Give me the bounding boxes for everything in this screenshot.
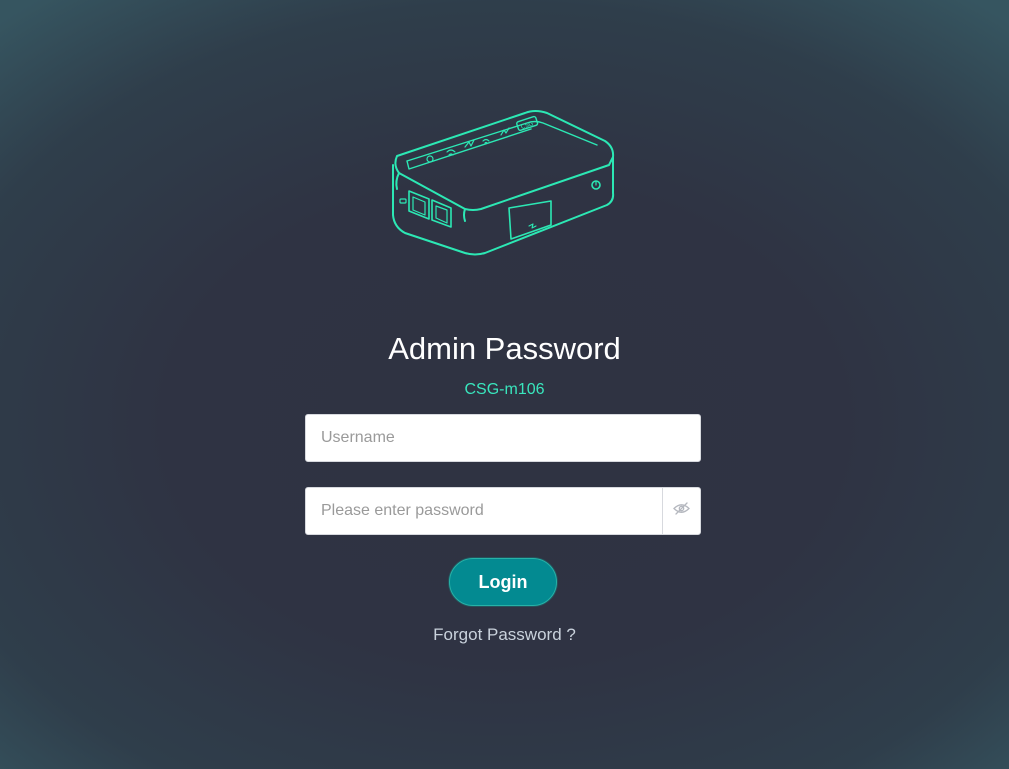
username-input[interactable]: [306, 415, 700, 461]
login-button[interactable]: Login: [449, 558, 557, 606]
password-visibility-toggle[interactable]: [662, 488, 700, 534]
username-field-wrapper: [305, 414, 701, 462]
eye-hidden-icon: [673, 502, 690, 520]
device-model-label: CSG-m106: [464, 381, 545, 398]
page-title: Admin Password: [388, 331, 621, 366]
password-input[interactable]: [306, 488, 664, 534]
router-device-illustration: CSG: [385, 105, 621, 260]
password-field-wrapper: [305, 487, 701, 535]
svg-text:CSG: CSG: [520, 120, 535, 131]
forgot-password-link[interactable]: Forgot Password ?: [0, 625, 1009, 645]
